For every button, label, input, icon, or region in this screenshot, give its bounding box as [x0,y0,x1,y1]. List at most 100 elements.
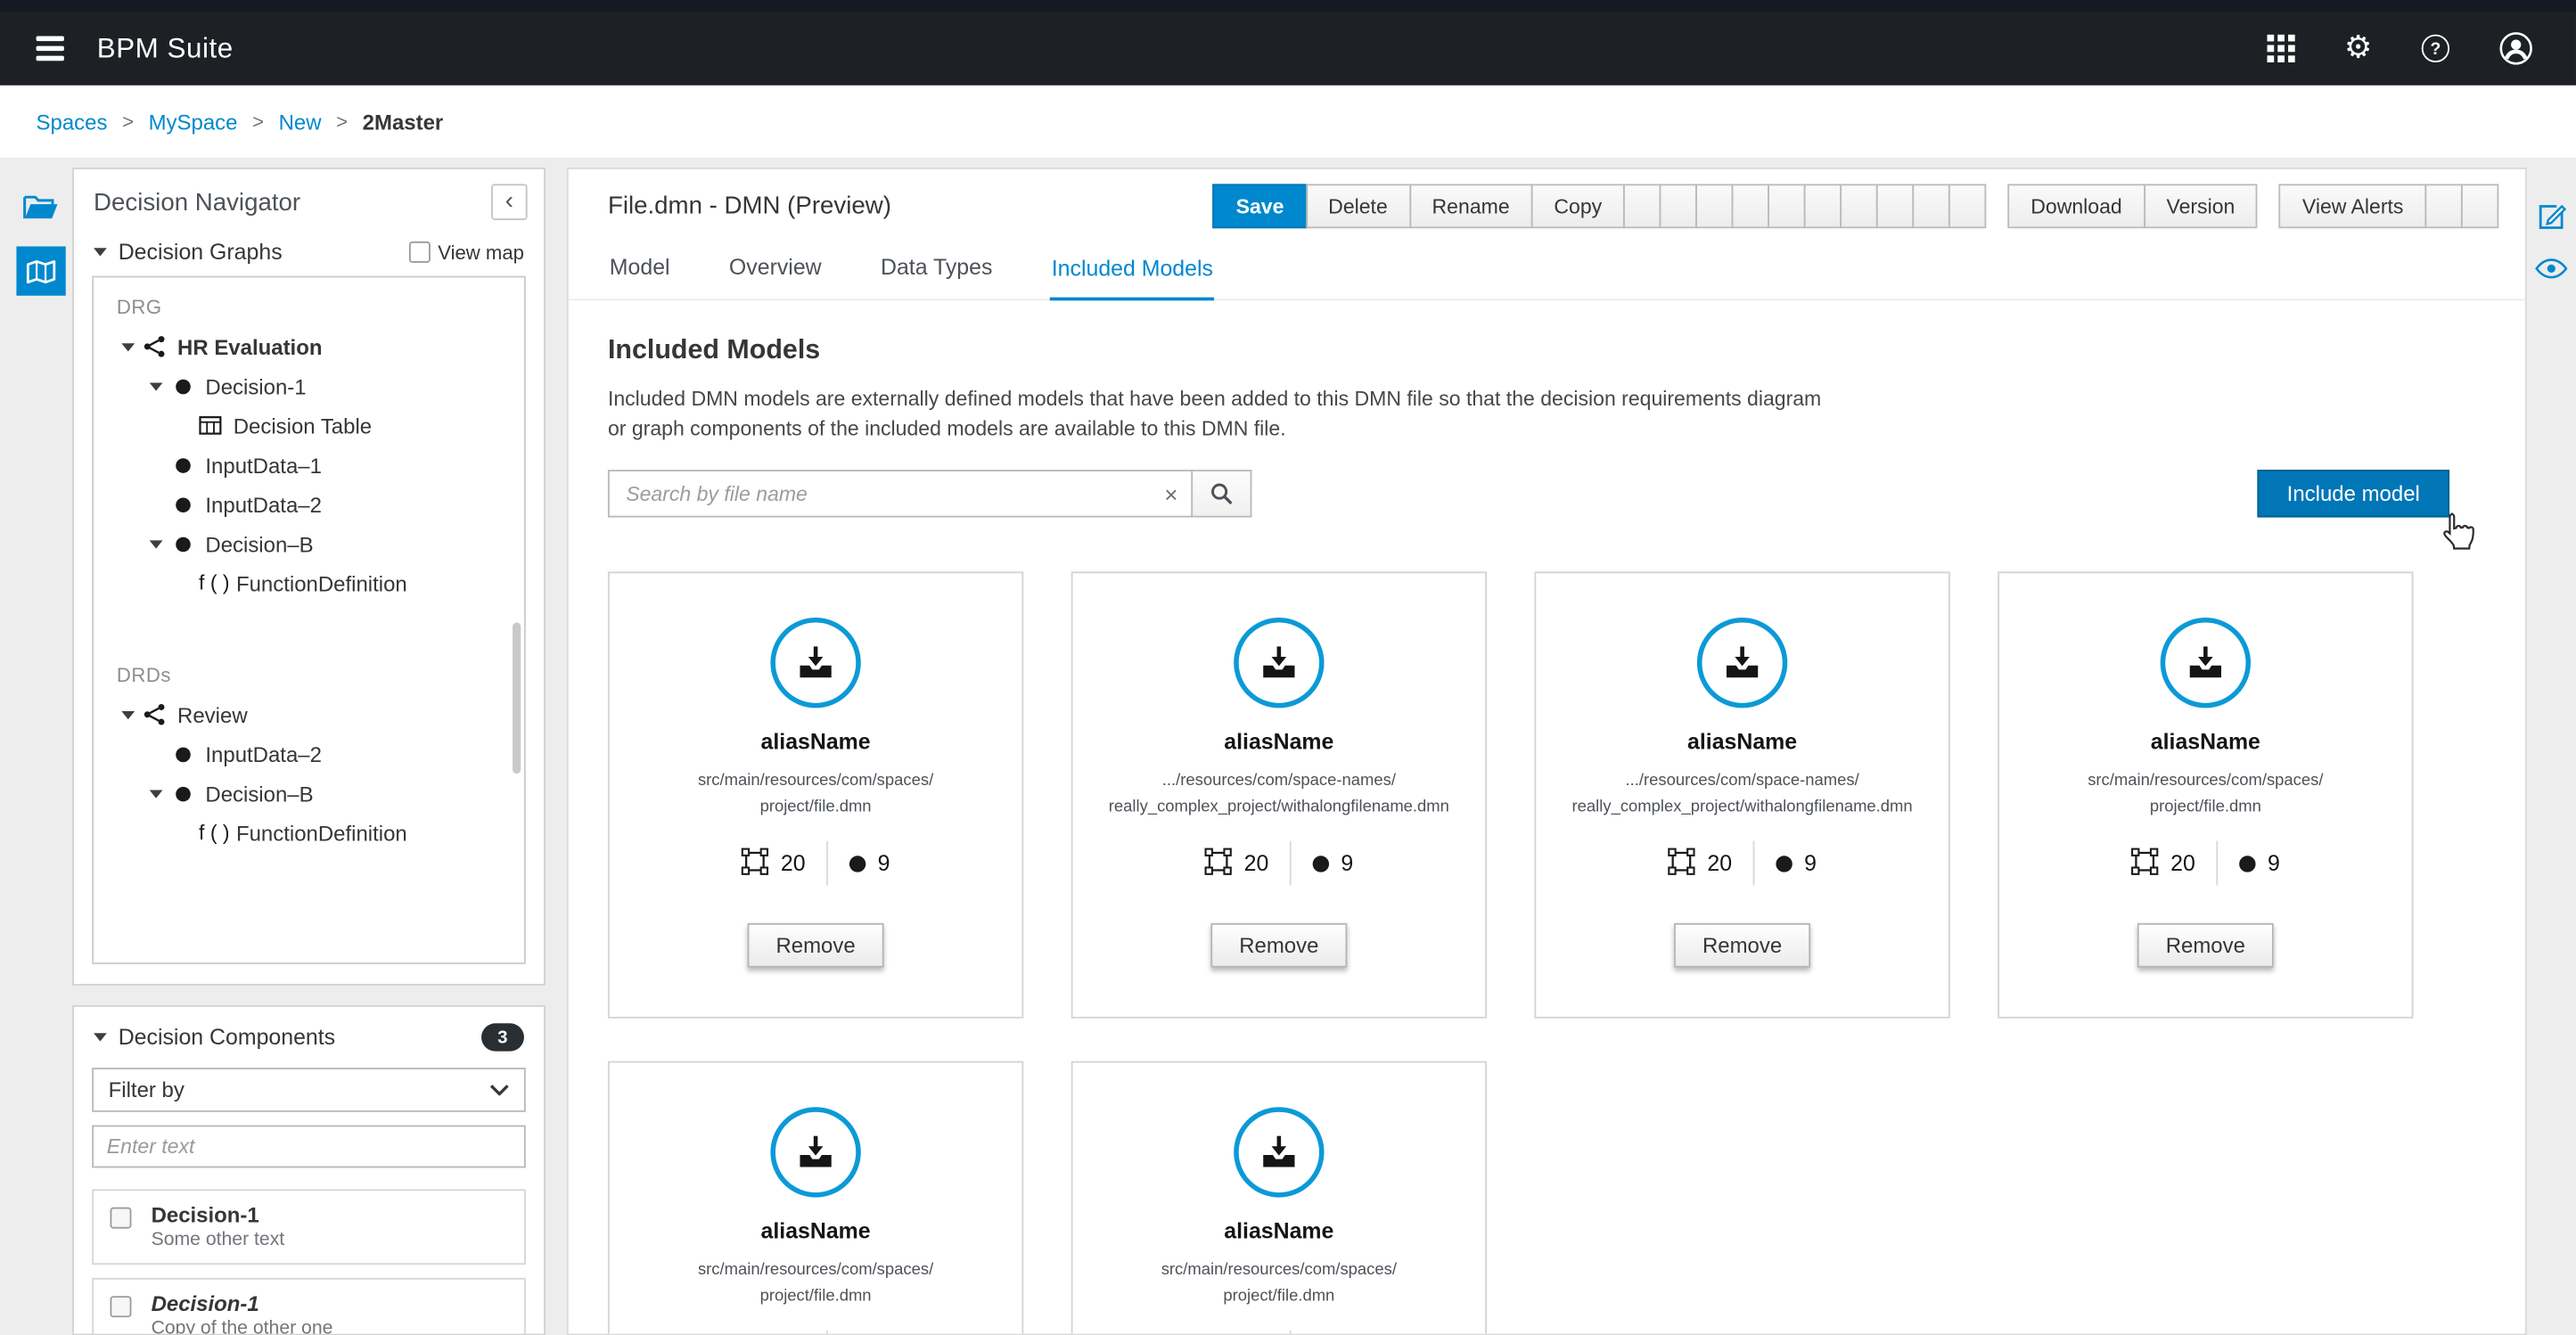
projects-folder-icon[interactable] [16,183,65,232]
help-icon[interactable]: ? [2422,35,2449,62]
decision-components-panel: Decision Components 3 Filter by Decision… [72,1005,546,1335]
clear-search-icon[interactable]: × [1164,482,1177,505]
search-button[interactable] [1191,471,1251,518]
breadcrumb-item[interactable]: New [279,110,322,135]
tree-item[interactable]: f ( )FunctionDefinition [94,813,524,852]
model-path-line: project/file.dmn [698,1284,933,1310]
component-title: Decision-1 [152,1202,508,1227]
tree-item-label: Decision-1 [205,373,306,398]
component-count-stat: 9 [2240,851,2280,876]
view-map-toggle[interactable]: View map [408,241,524,264]
component-checkbox[interactable] [110,1208,131,1229]
tree-caret-slot [144,790,166,798]
view-alerts-button[interactable]: View Alerts [2279,184,2426,228]
tree-item[interactable]: Decision Table [94,405,524,445]
tab-included-models[interactable]: Included Models [1050,243,1215,301]
tree-item-label: FunctionDefinition [236,821,407,846]
breadcrumb-item[interactable]: Spaces [37,110,108,135]
tab-data-types[interactable]: Data Types [879,243,994,299]
include-model-button[interactable]: Include model [2258,471,2450,518]
tree-item[interactable]: HR Evaluation [94,327,524,366]
user-avatar-icon[interactable] [2498,31,2533,66]
model-alias: aliasName [1687,730,1797,755]
download-button[interactable]: Download [2007,184,2145,228]
view-map-checkbox[interactable] [408,242,430,263]
remove-model-button[interactable]: Remove [2137,923,2273,968]
toolbar-placeholder-button[interactable] [2461,184,2498,228]
remove-model-button[interactable]: Remove [1211,923,1347,968]
chevron-down-icon[interactable] [94,248,107,256]
toolbar-placeholder-button[interactable] [2424,184,2462,228]
preview-eye-icon[interactable] [2535,258,2568,283]
decision-graphs-panel: Decision Navigator ‹ Decision Graphs Vie… [72,168,546,986]
edit-pencil-icon[interactable] [2536,201,2567,237]
drd-icon [1668,848,1695,880]
breadcrumb-separator: > [122,110,134,133]
decision-graphs-title: Decision Graphs [119,240,283,265]
chevron-down-icon[interactable] [120,342,134,350]
breadcrumb-separator: > [336,110,348,133]
model-path: .../resources/com/space-names/really_com… [1572,769,1913,820]
toolbar-placeholder-button[interactable] [1840,184,1877,228]
chevron-down-icon[interactable] [149,382,162,390]
filter-by-select[interactable]: Filter by [92,1068,526,1112]
decision-component-item[interactable]: Decision-1Some other text [92,1189,526,1265]
model-stats: 209 [1204,1331,1353,1335]
toolbar-placeholder-button[interactable] [1876,184,1914,228]
toolbar-placeholder-button[interactable] [1913,184,1950,228]
components-list: Decision-1Some other text Decision-1Copy … [92,1189,526,1335]
toolbar-placeholder-button[interactable] [1623,184,1661,228]
model-path-line: src/main/resources/com/spaces/ [698,769,933,795]
remove-model-button[interactable]: Remove [748,923,883,968]
version-button[interactable]: Version [2144,184,2258,228]
remove-model-button[interactable]: Remove [1675,923,1810,968]
tree-item-label: InputData–2 [205,492,322,517]
drd-count-value: 20 [781,851,806,876]
toolbar-placeholder-button[interactable] [1695,184,1733,228]
tree-item[interactable]: f ( )FunctionDefinition [94,563,524,602]
component-filter-input[interactable] [92,1126,526,1168]
tab-overview[interactable]: Overview [727,243,823,299]
save-button[interactable]: Save [1213,184,1307,228]
tab-model[interactable]: Model [608,243,671,299]
circle-icon [166,497,199,512]
rename-button[interactable]: Rename [1409,184,1533,228]
delete-button[interactable]: Delete [1305,184,1410,228]
toolbar-placeholder-button[interactable] [1660,184,1697,228]
model-path-line: .../resources/com/space-names/ [1572,769,1913,795]
collapse-panel-button[interactable]: ‹ [491,184,528,220]
hamburger-menu-icon[interactable] [33,34,68,63]
toolbar-placeholder-button[interactable] [1768,184,1805,228]
decision-navigator-map-icon[interactable] [16,246,65,295]
search-input[interactable] [608,471,1193,518]
chevron-down-icon[interactable] [120,710,134,718]
toolbar-placeholder-button[interactable] [1732,184,1769,228]
component-checkbox[interactable] [110,1296,131,1317]
copy-button[interactable]: Copy [1531,184,1625,228]
toolbar-placeholder-button[interactable] [1948,184,1986,228]
tree-item[interactable]: Decision–B [94,774,524,813]
circle-icon [166,536,199,552]
chevron-down-icon[interactable] [149,539,162,547]
toolbar-placeholder-button[interactable] [1804,184,1842,228]
tree-item[interactable]: InputData–1 [94,445,524,484]
model-alias: aliasName [1224,730,1333,755]
tree-scrollbar[interactable] [513,623,521,774]
applications-grid-icon[interactable] [2267,35,2294,62]
search-field-wrap: × [608,471,1193,518]
editor-panel: File.dmn - DMN (Preview) SaveDeleteRenam… [567,168,2527,1335]
model-path-line: project/file.dmn [1161,1284,1397,1310]
stats-divider [1290,841,1292,886]
tree-item[interactable]: InputData–2 [94,485,524,524]
tree-item[interactable]: Decision-1 [94,366,524,405]
tree-item[interactable]: Decision–B [94,524,524,563]
gear-glyph: ⚙ [2344,33,2372,64]
tree-item-label: Review [177,702,248,727]
chevron-down-icon[interactable] [149,790,162,798]
chevron-down-icon[interactable] [94,1033,107,1041]
decision-component-item[interactable]: Decision-1Copy of the other one [92,1278,526,1335]
breadcrumb-item[interactable]: MySpace [149,110,238,135]
tree-item[interactable]: InputData–2 [94,734,524,774]
settings-gear-icon[interactable]: ⚙ [2344,33,2372,64]
tree-item[interactable]: Review [94,695,524,734]
